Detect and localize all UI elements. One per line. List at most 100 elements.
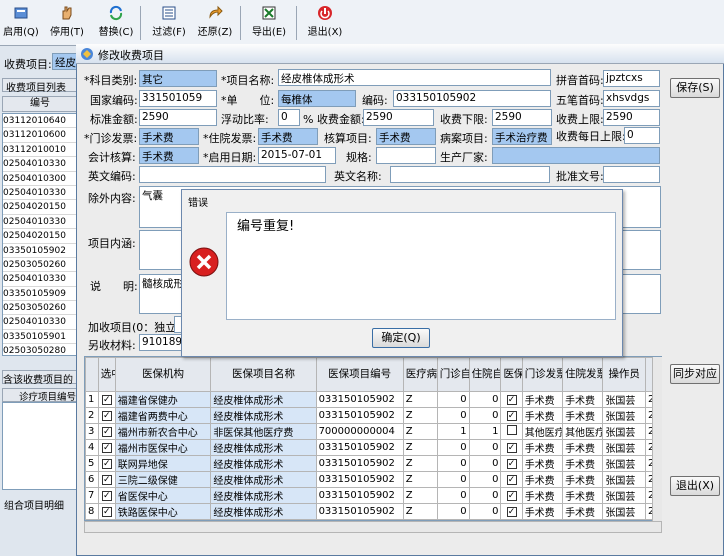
table-row[interactable]: 1 ✓ 福建省保健办 经皮椎体成形术 033150105902 Z 0 0 ✓ 手术费 手术费 张国芸…: [85, 391, 661, 408]
fee-list-row[interactable]: 02504010330: [3, 315, 77, 330]
fee-list[interactable]: 03112010640 03112010600 03112010010 0250401…: [2, 113, 78, 356]
col-insurance[interactable]: 医保: [500, 357, 523, 392]
fee-list-row[interactable]: 02504010330: [3, 186, 77, 201]
fee-list-row[interactable]: 02504010330: [3, 157, 77, 172]
fee-list-row[interactable]: 02503050260: [3, 301, 77, 316]
col-item-code[interactable]: 医保项目编号: [315, 357, 404, 392]
std-field[interactable]: 2590: [139, 109, 217, 126]
disable-button[interactable]: 停用(T): [48, 3, 86, 43]
select-checkbox[interactable]: ✓: [97, 471, 116, 488]
insurance-checkbox[interactable]: ✓: [500, 487, 523, 504]
fee-list-row[interactable]: 02503050280: [3, 344, 77, 355]
fee-list-row[interactable]: 03350105902: [3, 243, 77, 258]
float-field[interactable]: 0: [278, 109, 300, 126]
table-hscrollbar[interactable]: [84, 521, 662, 533]
fee-list-row[interactable]: 02504020150: [3, 200, 77, 215]
exit-button[interactable]: 退出(X): [670, 476, 720, 496]
approve-field[interactable]: [603, 166, 660, 183]
wubi-field[interactable]: xhsvdgs: [603, 90, 660, 107]
table-row[interactable]: 5✓联网异地保经皮椎体成形术033150105902Z00✓手术费手术费张国芸2…: [85, 455, 661, 472]
col-org[interactable]: 医保机构: [114, 357, 212, 392]
exit-toolbar-button[interactable]: 退出(X): [304, 3, 346, 43]
national-field[interactable]: 331501059: [139, 90, 217, 107]
col-outp-ratio[interactable]: 门诊自付比例: [436, 357, 470, 392]
fee-list-row[interactable]: 02504020150: [3, 229, 77, 244]
item-name-cell: 经皮椎体成形术: [210, 471, 317, 488]
insurance-checkbox[interactable]: ✓: [500, 455, 523, 472]
item-name-cell: 经皮椎体成形术: [210, 455, 317, 472]
spec-field[interactable]: [376, 147, 436, 164]
exit-icon: [318, 6, 332, 20]
fee-list-row[interactable]: 03350105901: [3, 330, 77, 345]
filter-button[interactable]: 过滤(F): [148, 3, 190, 43]
fee-list-row[interactable]: 03112010600: [3, 128, 77, 143]
col-operator[interactable]: 操作员: [602, 357, 646, 392]
en-name-field[interactable]: [390, 166, 550, 183]
col-outp-invoice[interactable]: 门诊发票: [521, 357, 564, 392]
table-row[interactable]: 6 ✓ 三院二级保健 经皮椎体成形术 033150105902 Z 0 0 ✓ 手术费 手术费 张国芸…: [85, 471, 661, 488]
insurance-checkbox[interactable]: [500, 423, 523, 440]
table-row[interactable]: 2 ✓ 福建省两费中心 经皮椎体成形术 033150105902 Z 0 0 ✓ 手术费 手术费 张国…: [85, 407, 661, 424]
low-field[interactable]: 2590: [492, 109, 552, 126]
insurance-checkbox[interactable]: ✓: [500, 391, 523, 408]
save-button[interactable]: 保存(S): [670, 78, 720, 98]
case-field[interactable]: 手术治疗费: [492, 128, 552, 145]
insurance-checkbox[interactable]: ✓: [500, 503, 523, 520]
code-field[interactable]: 033150105902: [393, 90, 551, 107]
select-checkbox[interactable]: ✓: [97, 423, 116, 440]
fee-field[interactable]: 2590: [363, 109, 434, 126]
enable-icon: [14, 7, 28, 19]
fee-list-row[interactable]: 03112010640: [3, 114, 77, 129]
daily-field[interactable]: 0: [624, 127, 660, 144]
fee-list-row[interactable]: 02504010300: [3, 172, 77, 186]
pinyin-field[interactable]: jpztcxs: [603, 70, 660, 87]
table-row[interactable]: 4 ✓ 福州市医保中心 经皮椎体成形术 033150105902 Z 0 0 ✓ 手术费 手术费 张国…: [85, 439, 661, 456]
en-code-field[interactable]: [139, 166, 326, 183]
fee-list-row[interactable]: 02504010330: [3, 272, 77, 287]
select-checkbox[interactable]: ✓: [97, 487, 116, 504]
select-checkbox[interactable]: ✓: [97, 407, 116, 424]
operator-cell: 张国芸: [602, 471, 646, 488]
inp-field[interactable]: 手术费: [258, 128, 318, 145]
fee-list-row[interactable]: 03112010010: [3, 143, 77, 158]
high-field[interactable]: 2590: [603, 109, 660, 126]
maker-field[interactable]: [492, 147, 660, 164]
name-field[interactable]: 经皮椎体成形术: [278, 69, 551, 86]
ok-button[interactable]: 确定(Q): [372, 328, 430, 348]
insurance-checkbox[interactable]: ✓: [500, 471, 523, 488]
fee-list-row[interactable]: 02503050260: [3, 258, 77, 273]
operator-cell: 张国芸: [602, 391, 646, 408]
col-inp-invoice[interactable]: 住院发票: [562, 357, 604, 392]
col-select[interactable]: 选中: [97, 357, 116, 392]
replace-button[interactable]: 替换(C): [96, 3, 136, 43]
sync-button[interactable]: 同步对应: [670, 364, 720, 384]
restore-button[interactable]: 还原(Z): [194, 3, 236, 43]
select-checkbox[interactable]: ✓: [97, 503, 116, 520]
col-item-name[interactable]: 医保项目名称: [210, 357, 317, 392]
item-code-cell: 033150105902: [315, 503, 404, 520]
enable-button[interactable]: 启用(Q): [2, 3, 40, 43]
select-checkbox[interactable]: ✓: [97, 391, 116, 408]
select-checkbox[interactable]: ✓: [97, 439, 116, 456]
outp-field[interactable]: 手术费: [139, 128, 199, 145]
fee-list-row[interactable]: 02504010330: [3, 215, 77, 230]
acct-field[interactable]: 手术费: [376, 128, 436, 145]
insurance-checkbox[interactable]: ✓: [500, 439, 523, 456]
table-row[interactable]: 3 ✓ 福州市新农合中心 非医保其他医疗费 700000000004 Z 1 1 其他医疗 其他医…: [85, 423, 661, 440]
related-items-list[interactable]: [2, 402, 78, 490]
select-checkbox[interactable]: ✓: [97, 455, 116, 472]
col-patient-type[interactable]: 医疗病人类别: [402, 357, 438, 392]
unit-field[interactable]: 每椎体: [278, 90, 356, 107]
extra-label-text: 加收项目(0：独立: [88, 321, 177, 334]
fee-list-row[interactable]: 03350105909: [3, 287, 77, 302]
acc-field[interactable]: 手术费: [139, 147, 199, 164]
case-label-text: 病案项目:: [440, 132, 488, 145]
date-field[interactable]: 2015-07-01: [258, 147, 336, 164]
table-vscrollbar[interactable]: [652, 357, 662, 521]
col-inp-ratio[interactable]: 住院自付比例: [468, 357, 502, 392]
insurance-checkbox[interactable]: ✓: [500, 407, 523, 424]
table-row[interactable]: 8 ✓ 铁路医保中心 经皮椎体成形术 033150105902 Z 0 0 ✓ 手术费 手术费 张国芸…: [85, 503, 661, 520]
table-row[interactable]: 7✓省医保中心经皮椎体成形术033150105902Z00✓手术费手术费张国芸2…: [85, 487, 661, 504]
export-button[interactable]: 导出(E): [248, 3, 290, 43]
category-field[interactable]: 其它: [139, 70, 217, 87]
